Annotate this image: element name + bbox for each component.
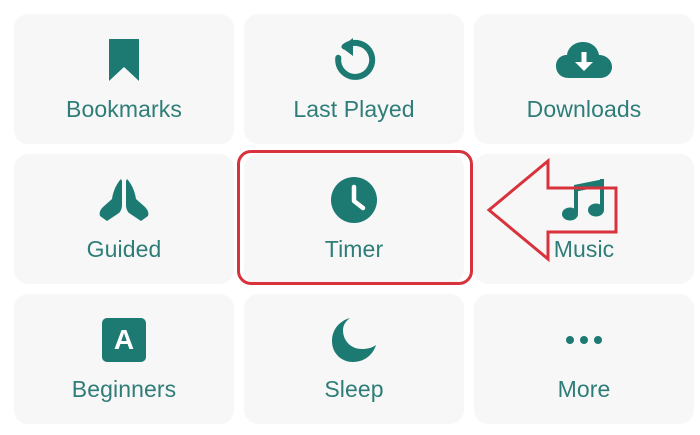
tile-more[interactable]: More [474, 294, 694, 424]
tile-label: Downloads [526, 96, 642, 122]
cloud-download-icon [474, 36, 694, 84]
tile-label: Bookmarks [66, 96, 182, 122]
tile-label: Beginners [71, 376, 177, 402]
more-dots-icon [474, 316, 694, 364]
tile-guided[interactable]: Guided [14, 154, 234, 284]
tile-label: Sleep [324, 376, 384, 402]
replay-icon [244, 36, 464, 84]
tile-label: Last Played [293, 96, 415, 122]
clock-icon [244, 176, 464, 224]
letter-a-text: A [113, 324, 135, 355]
tile-beginners[interactable]: A Beginners [14, 294, 234, 424]
moon-icon [244, 316, 464, 364]
music-note-icon [474, 176, 694, 224]
tile-downloads[interactable]: Downloads [474, 14, 694, 144]
tile-timer[interactable]: Timer [244, 154, 464, 284]
tile-label: Timer [324, 236, 384, 262]
tile-label: Guided [86, 236, 162, 262]
tile-label: Music [553, 236, 615, 262]
bookmark-icon [14, 36, 234, 84]
tile-music[interactable]: Music [474, 154, 694, 284]
letter-a-icon: A [14, 316, 234, 364]
tile-label: More [557, 376, 611, 402]
tile-last-played[interactable]: Last Played [244, 14, 464, 144]
praying-hands-icon [14, 176, 234, 224]
tile-sleep[interactable]: Sleep [244, 294, 464, 424]
tile-bookmarks[interactable]: Bookmarks [14, 14, 234, 144]
